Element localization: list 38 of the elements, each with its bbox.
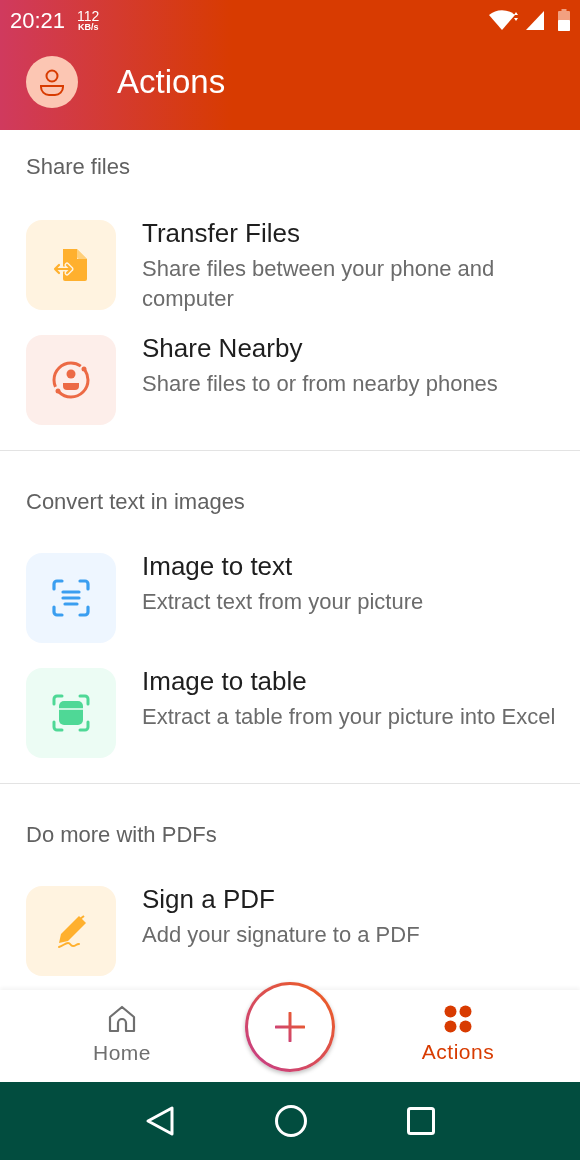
back-icon[interactable] — [145, 1105, 175, 1137]
nav-tab[interactable]: Actions — [383, 990, 533, 1082]
home-circle-icon[interactable] — [275, 1105, 307, 1137]
grid-dots-icon — [443, 1004, 473, 1035]
person-orbit-icon — [26, 335, 116, 425]
file-transfer-icon — [26, 220, 116, 310]
section-heading: Do more with PDFs — [25, 821, 218, 849]
action-description: Extract text from your picture — [142, 588, 425, 616]
action-title: Share Nearby — [142, 333, 304, 363]
action-description: Add your signature to a PDF — [142, 921, 421, 949]
pen-signature-icon — [26, 886, 116, 976]
network-speed: 112 KB/s — [77, 8, 100, 32]
scan-text-icon — [26, 553, 116, 643]
scan-table-icon — [26, 668, 116, 758]
nav-tab[interactable]: Home — [47, 990, 197, 1082]
action-item[interactable]: Image to table Extract a table from your picture into Excel — [0, 668, 580, 783]
status-time: 20:21 — [10, 6, 66, 35]
action-item[interactable]: Image to text Extract text from your picture — [0, 553, 580, 668]
wifi-icon — [488, 9, 520, 31]
battery-icon — [558, 9, 570, 31]
add-button[interactable] — [245, 982, 335, 1072]
section-heading: Convert text in images — [25, 488, 246, 516]
action-item[interactable]: Share Nearby Share files to or from nearby phones — [0, 335, 580, 450]
action-description: Extract a table from your picture into Excel — [142, 703, 557, 731]
action-description: Share files to or from nearby phones — [142, 370, 499, 398]
action-title: Sign a PDF — [142, 884, 276, 914]
avatar-icon[interactable] — [26, 56, 78, 108]
section-heading: Share files — [25, 153, 131, 181]
page-title: Actions — [117, 62, 226, 103]
action-title: Transfer Files — [142, 218, 301, 248]
action-title: Image to text — [142, 551, 294, 581]
action-description: Share files between your phone and computer — [142, 255, 496, 313]
signal-icon — [524, 9, 546, 31]
action-title: Image to table — [142, 666, 308, 696]
action-item[interactable]: Transfer Files Share files between your phone and computer — [0, 220, 580, 335]
action-item[interactable]: Sign a PDF Add your signature to a PDF — [0, 886, 580, 990]
recents-icon[interactable] — [407, 1107, 435, 1135]
plus-icon — [275, 1012, 305, 1042]
